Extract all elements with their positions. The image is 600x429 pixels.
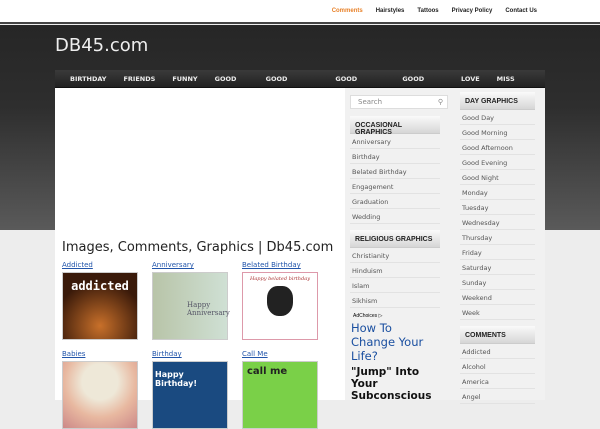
main-content: Images, Comments, Graphics | Db45.com Ad… [55, 88, 345, 429]
sidebar-link[interactable]: Anniversary [350, 134, 440, 149]
site-logo[interactable]: DB45.com [55, 35, 148, 56]
sidebar-link[interactable]: Tuesday [460, 200, 535, 215]
thumbnail-image[interactable]: addicted [62, 272, 138, 340]
sidebar-link[interactable]: Hinduism [350, 263, 440, 278]
sidebar-link[interactable]: Good Morning [460, 125, 535, 140]
nav-item[interactable]: GOOD NIGHT [402, 70, 444, 101]
sidebar-link[interactable]: Monday [460, 185, 535, 200]
thumbnail[interactable]: Belated Birthday Happy belated birthday [242, 261, 318, 340]
sidebar-link[interactable]: Alcohol [460, 359, 535, 374]
nav-item[interactable]: FUNNY [172, 70, 197, 87]
thumbnail-image[interactable]: Happy Anniversary [152, 272, 230, 340]
thumbnail-link[interactable]: Birthday [152, 350, 228, 360]
sidebar-link[interactable]: Good Afternoon [460, 140, 535, 155]
sidebar-link[interactable]: Friday [460, 245, 535, 260]
sidebar-link[interactable]: Engagement [350, 179, 440, 194]
search-input[interactable]: Search ⚲ [350, 95, 448, 109]
sidebar-link[interactable]: Addicted [460, 344, 535, 359]
sidebar-link[interactable]: Angel [460, 389, 535, 404]
top-link[interactable]: Hairstyles [376, 8, 405, 14]
thumbnail[interactable]: Anniversary Happy Anniversary [152, 261, 230, 340]
thumbnail[interactable]: Babies [62, 350, 138, 429]
thumbnail-link[interactable]: Anniversary [152, 261, 228, 271]
sidebar-link[interactable]: Good Day [460, 110, 535, 125]
main-nav: BIRTHDAY FRIENDS FUNNY GOOD DAY GOOD MOR… [55, 70, 545, 101]
top-link[interactable]: Tattoos [417, 8, 438, 14]
search-icon[interactable]: ⚲ [438, 98, 443, 106]
sidebar-link[interactable]: Belated Birthday [350, 164, 440, 179]
sidebar-link[interactable]: Birthday [350, 149, 440, 164]
nav-item[interactable]: BIRTHDAY [70, 70, 106, 87]
nav-item[interactable]: GOOD DAY [215, 70, 249, 101]
sidebar-link[interactable]: Christianity [350, 248, 440, 263]
thumbnail[interactable]: Birthday Happy Birthday! [152, 350, 228, 429]
thumbnail-image[interactable]: call me [242, 361, 318, 429]
thumbnail-link[interactable]: Addicted [62, 261, 138, 271]
left-sidebar-column: OCCASIONAL GRAPHICS Anniversary Birthday… [350, 116, 440, 402]
nav-item[interactable]: GOOD MORNING [266, 70, 319, 101]
sidebar-link[interactable]: Good Night [460, 170, 535, 185]
ad-body[interactable]: "Jump" Into Your Subconscious [350, 366, 431, 402]
thumbnail[interactable]: Addicted addicted [62, 261, 138, 340]
sidebar-link[interactable]: Thursday [460, 230, 535, 245]
sidebar-link[interactable]: America [460, 374, 535, 389]
sidebar: Search ⚲ OCCASIONAL GRAPHICS Anniversary … [345, 88, 545, 404]
sidebar-link[interactable]: Sikhism [350, 293, 440, 308]
widget-title: OCCASIONAL GRAPHICS [350, 116, 440, 136]
nav-item[interactable]: FRIENDS [123, 70, 155, 87]
thumbnail-link[interactable]: Babies [62, 350, 138, 360]
sidebar-link[interactable]: Sunday [460, 275, 535, 290]
sidebar-link[interactable]: Wedding [350, 209, 440, 224]
top-link[interactable]: Comments [332, 8, 363, 14]
widget-title: COMMENTS [460, 326, 535, 344]
sidebar-link[interactable]: Saturday [460, 260, 535, 275]
adchoices-label[interactable]: AdChoices ▷ [353, 313, 440, 319]
thumbnail-link[interactable]: Call Me [242, 350, 318, 360]
thumbnail[interactable]: Call Me call me [242, 350, 318, 429]
nav-item[interactable]: LOVE [461, 70, 480, 87]
sidebar-link[interactable]: Good Evening [460, 155, 535, 170]
thumbnail-image[interactable] [62, 361, 138, 429]
page-title: Images, Comments, Graphics | Db45.com [62, 240, 334, 255]
thumbnail-image[interactable]: Happy belated birthday [242, 272, 318, 340]
top-links: Comments Hairstyles Tattoos Privacy Poli… [332, 8, 537, 14]
top-link[interactable]: Contact Us [505, 8, 537, 14]
thumbnail-link[interactable]: Belated Birthday [242, 261, 318, 271]
widget-title: DAY GRAPHICS [460, 92, 535, 110]
sidebar-link[interactable]: Wednesday [460, 215, 535, 230]
sidebar-link[interactable]: Weekend [460, 290, 535, 305]
sidebar-link[interactable]: Graduation [350, 194, 440, 209]
top-link[interactable]: Privacy Policy [452, 8, 493, 14]
sidebar-link[interactable]: Week [460, 305, 535, 320]
top-bar: Comments Hairstyles Tattoos Privacy Poli… [0, 0, 600, 24]
nav-item[interactable]: MISS YOU [497, 70, 528, 101]
ad-headline[interactable]: How To Change Your Life? [350, 321, 430, 363]
thumbnail-image[interactable]: Happy Birthday! [152, 361, 228, 429]
sidebar-link[interactable]: Islam [350, 278, 440, 293]
nav-item[interactable]: GOOD EVENING [335, 70, 385, 101]
widget-title: RELIGIOUS GRAPHICS [350, 230, 440, 248]
right-sidebar-column: DAY GRAPHICS Good Day Good Morning Good … [460, 92, 535, 404]
